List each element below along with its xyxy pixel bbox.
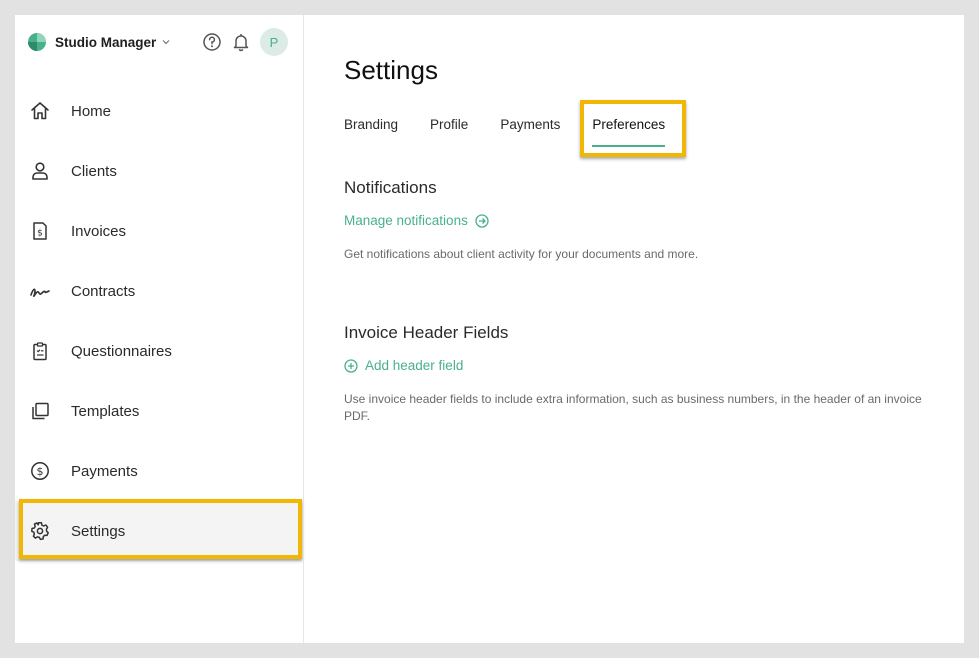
tab-bar: Branding Profile Payments Preferences [344,117,697,147]
sidebar-item-label: Questionnaires [71,342,172,360]
top-icons: P [202,27,288,57]
gear-icon [31,522,49,541]
notifications-description: Get notifications about client activity … [344,247,699,261]
user-icon [32,162,48,180]
sidebar: Studio Manager P Home Clients $ Invoices… [15,15,304,643]
bell-icon[interactable] [231,32,251,52]
tab-preferences[interactable]: Preferences [592,117,665,147]
invoice-icon: $ [33,222,47,240]
manage-notifications-label: Manage notifications [344,213,468,228]
manage-notifications-link[interactable]: Manage notifications [344,213,489,228]
tab-profile[interactable]: Profile [430,117,468,141]
sidebar-item-home[interactable]: Home [15,81,304,141]
signature-icon [30,288,50,298]
chevron-down-icon[interactable] [161,37,171,47]
home-icon [31,102,49,120]
avatar-initial: P [269,34,279,50]
sidebar-item-settings[interactable]: Settings [15,501,304,561]
sidebar-item-templates[interactable]: Templates [15,381,304,441]
avatar[interactable]: P [260,28,288,56]
sidebar-item-label: Templates [71,402,140,420]
brand-logo-icon [28,33,46,51]
sidebar-item-label: Invoices [71,222,127,240]
brand-name[interactable]: Studio Manager [55,35,156,50]
add-header-field-label: Add header field [365,358,464,373]
sidebar-item-label: Payments [71,462,138,480]
sidebar-item-label: Home [71,102,112,120]
main-content: Settings Branding Profile Payments Prefe… [305,15,964,643]
tab-payments[interactable]: Payments [500,117,560,141]
sidebar-item-label: Contracts [71,282,136,300]
svg-text:$: $ [37,229,43,239]
app-window: Studio Manager P Home Clients $ Invoices… [15,15,964,643]
plus-circle-icon [344,358,358,373]
page-title: Settings [344,55,438,85]
invoice-header-title: Invoice Header Fields [344,323,509,342]
sidebar-item-clients[interactable]: Clients [15,141,304,201]
sidebar-item-label: Settings [71,522,126,540]
sidebar-item-contracts[interactable]: Contracts [15,261,304,321]
help-icon[interactable] [202,32,222,52]
templates-icon [32,402,49,420]
sidebar-item-invoices[interactable]: $ Invoices [15,201,304,261]
sidebar-item-label: Clients [71,162,117,180]
notifications-title: Notifications [344,178,437,197]
tab-branding[interactable]: Branding [344,117,398,141]
dollar-icon: $ [31,462,49,480]
sidebar-nav: Home Clients $ Invoices Contracts Questi… [15,81,304,561]
arrow-right-circle-icon [475,213,489,228]
sidebar-item-payments[interactable]: $ Payments [15,441,304,501]
sidebar-item-questionnaires[interactable]: Questionnaires [15,321,304,381]
add-header-field-link[interactable]: Add header field [344,358,463,373]
svg-text:$: $ [37,465,44,478]
top-bar: Studio Manager P [28,27,288,57]
clipboard-icon [33,342,47,361]
invoice-header-description: Use invoice header fields to include ext… [344,392,922,423]
